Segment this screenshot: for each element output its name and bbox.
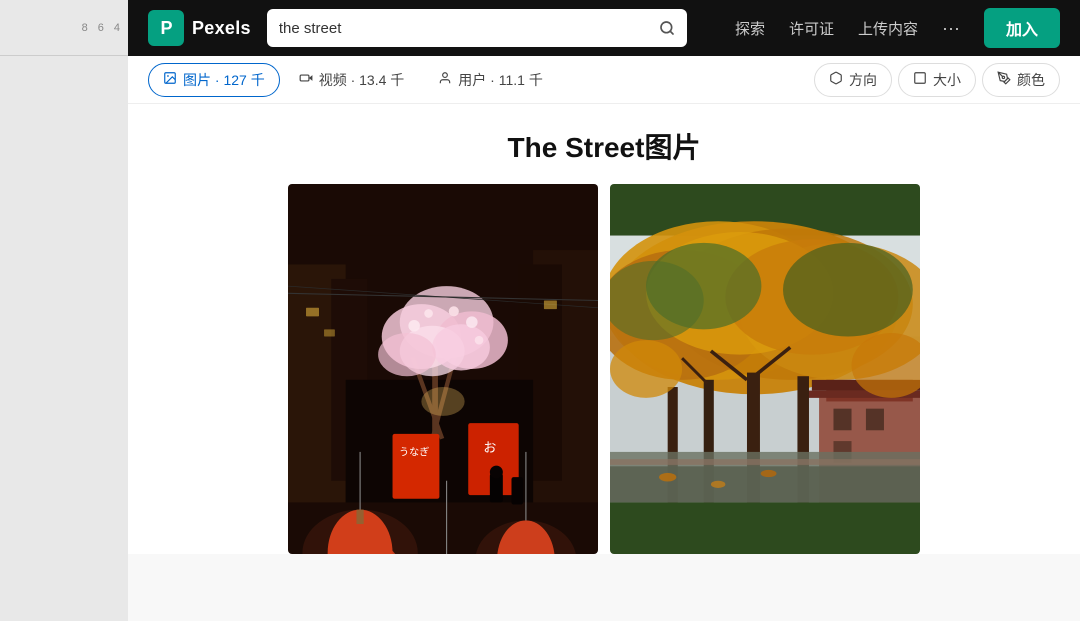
nav-explore[interactable]: 探索 <box>735 18 765 39</box>
color-label: 颜色 <box>1017 70 1045 90</box>
search-button[interactable] <box>659 20 675 36</box>
filter-tab-videos[interactable]: 视频 · 13.4 千 <box>284 63 420 97</box>
join-button[interactable]: 加入 <box>984 8 1060 48</box>
direction-icon <box>829 71 843 88</box>
filter-bar: 图片 · 127 千 视频 · 13.4 千 用户 · 11.1 千 <box>128 56 1080 104</box>
nav-more-dots[interactable]: ··· <box>942 18 960 39</box>
nav-links: 探索 许可证 上传内容 ··· 加入 <box>735 8 1060 48</box>
video-icon <box>299 71 313 88</box>
navbar: P Pexels 探索 许可证 上传内容 ··· 加入 <box>128 0 1080 56</box>
image-grid: お うなぎ <box>148 184 1060 554</box>
svg-text:お: お <box>483 440 496 455</box>
size-label: 大小 <box>933 70 961 90</box>
page-title: The Street图片 <box>148 104 1060 184</box>
filter-users-label: 用户 · 11.1 千 <box>458 70 543 90</box>
left-panel: 8 6 4 <box>0 0 128 621</box>
search-bar <box>267 9 687 47</box>
main-area: P Pexels 探索 许可证 上传内容 ··· 加入 <box>128 0 1080 621</box>
logo-text: Pexels <box>192 18 251 39</box>
ruler-num-6: 6 <box>98 22 104 34</box>
size-icon <box>913 71 927 88</box>
nav-upload[interactable]: 上传内容 <box>858 18 918 39</box>
ruler-numbers: 8 6 4 <box>0 0 128 56</box>
direction-label: 方向 <box>849 70 877 90</box>
image-card-autumn[interactable] <box>610 184 920 554</box>
logo-area: P Pexels <box>148 10 251 46</box>
image-card-japan[interactable]: お うなぎ <box>288 184 598 554</box>
search-input[interactable] <box>279 20 651 37</box>
filter-tab-images[interactable]: 图片 · 127 千 <box>148 63 280 97</box>
color-icon <box>997 71 1011 88</box>
svg-text:うなぎ: うなぎ <box>399 446 429 459</box>
filter-direction-btn[interactable]: 方向 <box>814 63 892 97</box>
filter-color-btn[interactable]: 颜色 <box>982 63 1060 97</box>
ruler-num-8: 8 <box>82 22 88 34</box>
filter-images-label: 图片 · 127 千 <box>183 70 265 90</box>
main-content: The Street图片 <box>128 104 1080 554</box>
user-icon <box>438 71 452 88</box>
filter-videos-label: 视频 · 13.4 千 <box>319 70 405 90</box>
ruler-num-4: 4 <box>114 22 120 34</box>
pexels-logo-icon: P <box>148 10 184 46</box>
autumn-trees-image <box>610 184 920 554</box>
filter-tab-users[interactable]: 用户 · 11.1 千 <box>423 63 558 97</box>
images-icon <box>163 71 177 88</box>
filter-right: 方向 大小 颜色 <box>814 63 1060 97</box>
nav-license[interactable]: 许可证 <box>789 18 834 39</box>
japan-street-image: お うなぎ <box>288 184 598 554</box>
filter-size-btn[interactable]: 大小 <box>898 63 976 97</box>
page-wrapper: 8 6 4 P Pexels 探索 <box>0 0 1080 621</box>
